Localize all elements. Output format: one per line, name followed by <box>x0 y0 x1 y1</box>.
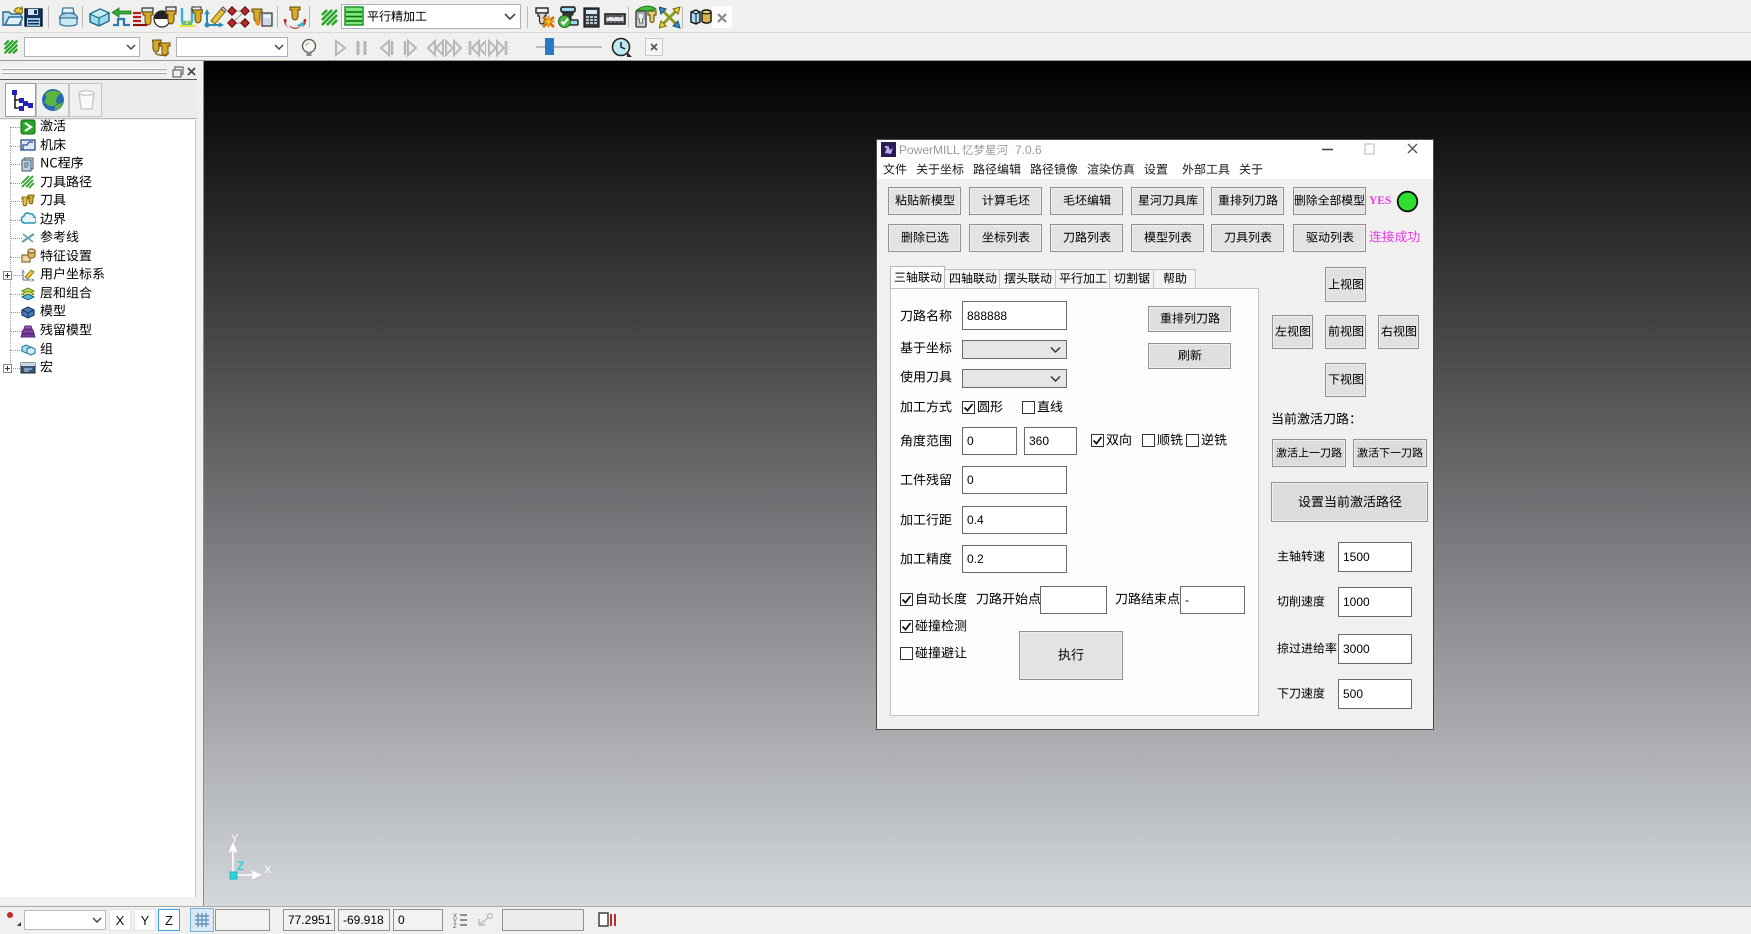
svg-text:Y: Y <box>231 833 239 845</box>
svg-text:Z: Z <box>237 859 244 873</box>
svg-text:Z: Z <box>453 924 457 929</box>
svg-text:X: X <box>264 864 272 876</box>
